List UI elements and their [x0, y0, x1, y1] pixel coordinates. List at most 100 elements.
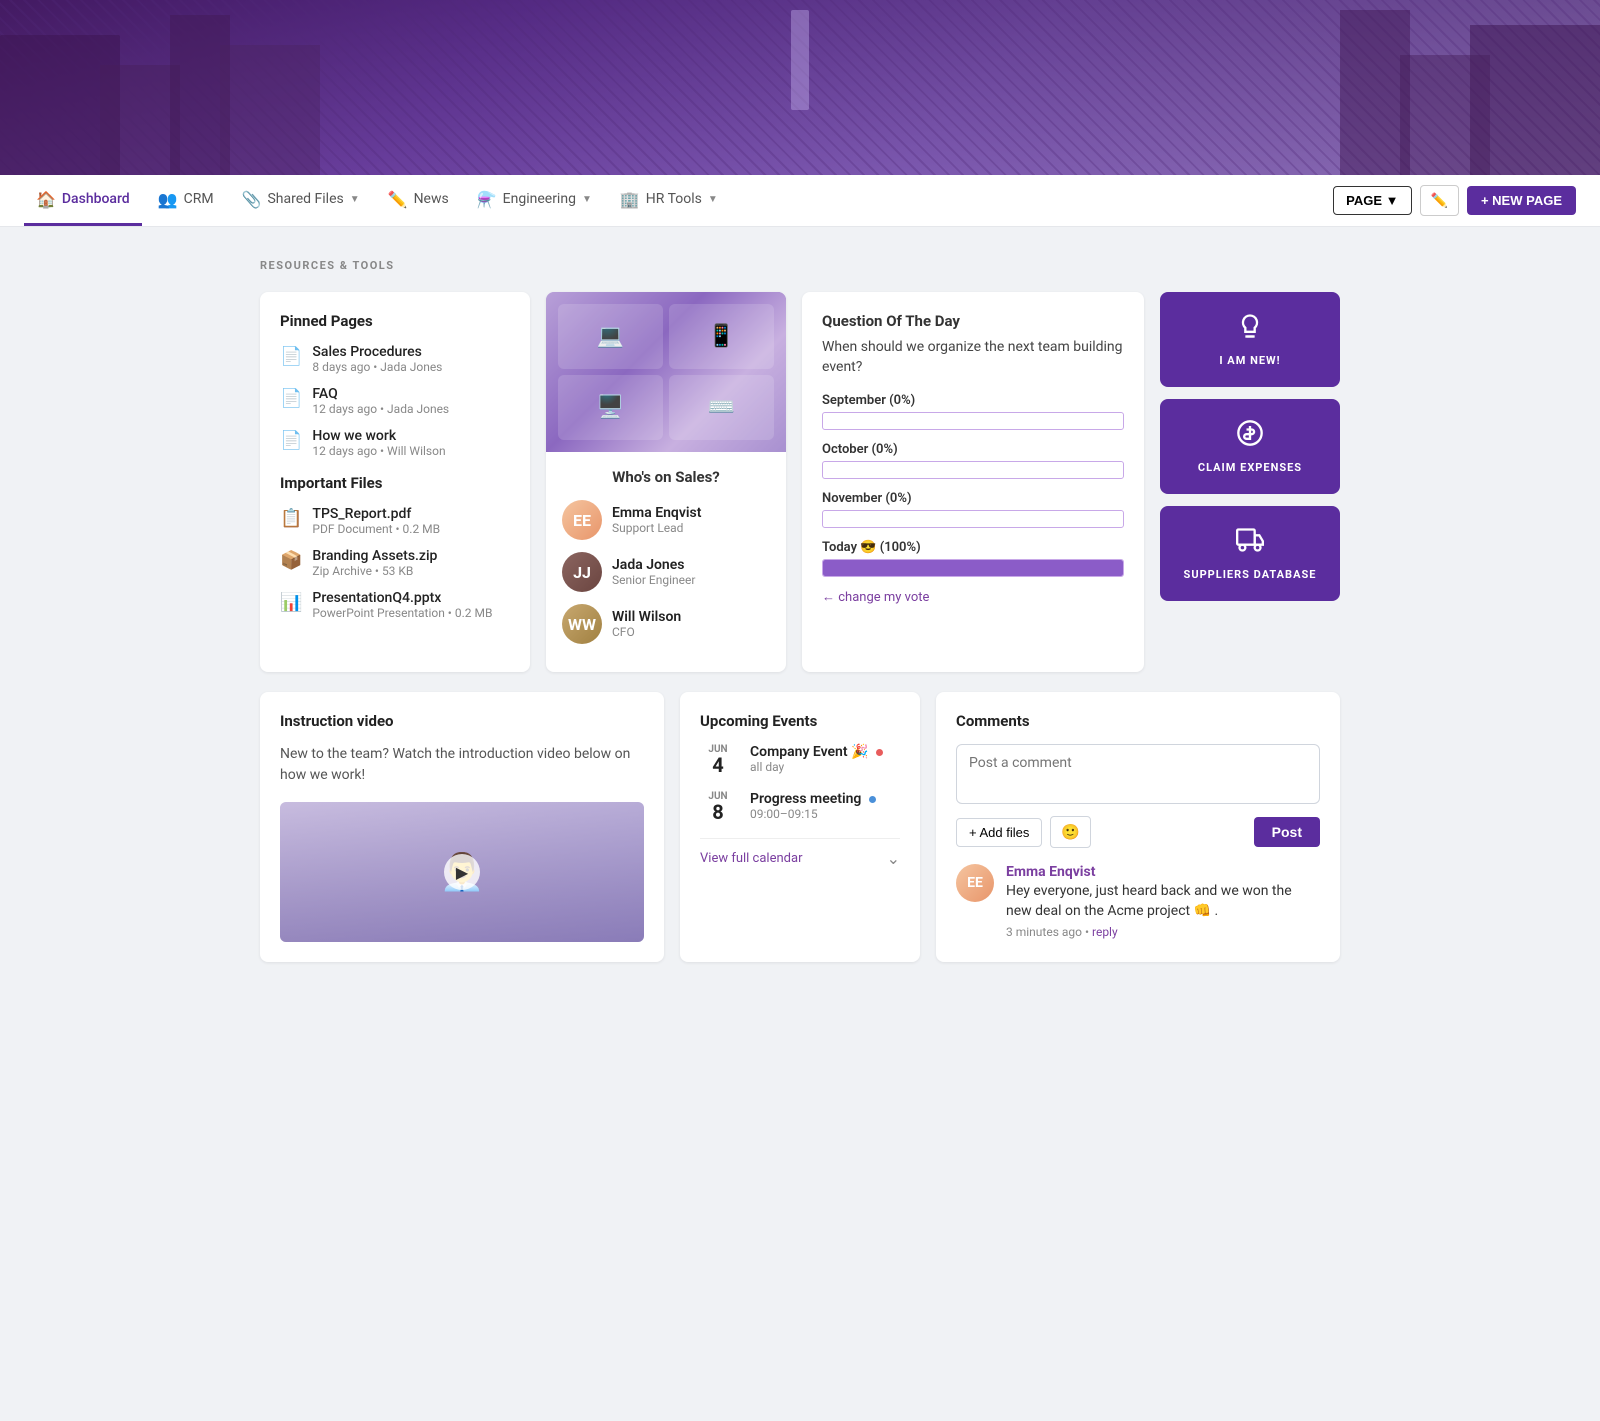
engineering-chevron-icon: ▼	[582, 194, 592, 205]
edit-icon: ✏️	[1431, 192, 1448, 208]
comment-input[interactable]	[956, 744, 1320, 804]
upcoming-events-title: Upcoming Events	[700, 712, 900, 730]
nav-label-hr-tools: HR Tools	[646, 191, 702, 207]
comment-item: EE Emma Enqvist Hey everyone, just heard…	[956, 864, 1320, 939]
claim-expenses-button[interactable]: CLAIM EXPENSES	[1160, 399, 1340, 494]
event-date: JUN 4	[700, 744, 736, 775]
nav-item-crm[interactable]: 👥 CRM	[146, 176, 226, 226]
add-files-button[interactable]: + Add files	[956, 818, 1042, 847]
nav-item-hr-tools[interactable]: 🏢 HR Tools ▼	[608, 176, 730, 226]
file-meta: PowerPoint Presentation • 0.2 MB	[312, 606, 492, 620]
person-item-jada[interactable]: JJ Jada Jones Senior Engineer	[562, 552, 770, 592]
file-item[interactable]: 📋 TPS_Report.pdf PDF Document • 0.2 MB	[280, 506, 510, 536]
reply-link[interactable]: reply	[1092, 925, 1118, 939]
nav-item-engineering[interactable]: ⚗️ Engineering ▼	[465, 176, 604, 226]
page-doc-icon: 📄	[280, 430, 302, 451]
nav-item-dashboard[interactable]: 🏠 Dashboard	[24, 176, 142, 226]
files-icon: 📎	[242, 190, 262, 209]
poll-option-september[interactable]: September (0%)	[822, 393, 1124, 430]
suppliers-database-button[interactable]: SUPPLIERS DATABASE	[1160, 506, 1340, 601]
poll-option-november[interactable]: November (0%)	[822, 491, 1124, 528]
nav-item-news[interactable]: ✏️ News	[376, 176, 461, 226]
poll-option-today[interactable]: Today 😎 (100%)	[822, 540, 1124, 577]
pinned-pages-card: Pinned Pages 📄 Sales Procedures 8 days a…	[260, 292, 530, 672]
comments-list: EE Emma Enqvist Hey everyone, just heard…	[956, 864, 1320, 939]
nav-items: 🏠 Dashboard 👥 CRM 📎 Shared Files ▼ ✏️ Ne…	[24, 176, 1333, 226]
avatar-jada: JJ	[562, 552, 602, 592]
event-dot-blue	[869, 796, 876, 803]
poll-bar-bg	[822, 461, 1124, 479]
person-item-emma[interactable]: EE Emma Enqvist Support Lead	[562, 500, 770, 540]
play-button-icon[interactable]: ▶	[444, 854, 480, 890]
comments-card: Comments + Add files 🙂 Post EE Emma Enqv…	[936, 692, 1340, 962]
hero-banner	[0, 0, 1600, 175]
file-name: PresentationQ4.pptx	[312, 590, 492, 606]
comments-title: Comments	[956, 712, 1320, 730]
poll-label: September (0%)	[822, 393, 1124, 408]
event-item-company[interactable]: JUN 4 Company Event 🎉 all day	[700, 744, 900, 775]
main-content: RESOURCES & TOOLS Pinned Pages 📄 Sales P…	[220, 227, 1380, 994]
page-item[interactable]: 📄 How we work 12 days ago • Will Wilson	[280, 428, 510, 458]
file-pptx-icon: 📊	[280, 592, 302, 613]
page-button[interactable]: PAGE ▼	[1333, 186, 1411, 215]
poll-label: November (0%)	[822, 491, 1124, 506]
hr-chevron-icon: ▼	[708, 194, 718, 205]
emoji-button[interactable]: 🙂	[1050, 816, 1091, 848]
file-item[interactable]: 📊 PresentationQ4.pptx PowerPoint Present…	[280, 590, 510, 620]
page-name: Sales Procedures	[312, 344, 442, 360]
person-role: Senior Engineer	[612, 573, 695, 587]
page-name: How we work	[312, 428, 445, 444]
pinned-pages-title: Pinned Pages	[280, 312, 510, 330]
nav-right: PAGE ▼ ✏️ + NEW PAGE	[1333, 185, 1576, 216]
page-doc-icon: 📄	[280, 388, 302, 409]
page-item[interactable]: 📄 Sales Procedures 8 days ago • Jada Jon…	[280, 344, 510, 374]
edit-button[interactable]: ✏️	[1420, 185, 1459, 216]
avatar-will: WW	[562, 604, 602, 644]
post-button[interactable]: Post	[1254, 817, 1320, 847]
change-vote-link[interactable]: ← change my vote	[822, 589, 1124, 605]
new-page-button[interactable]: + NEW PAGE	[1467, 186, 1576, 215]
instruction-video-title: Instruction video	[280, 712, 644, 730]
page-meta: 12 days ago • Jada Jones	[312, 402, 449, 416]
person-role: Support Lead	[612, 521, 701, 535]
i-am-new-button[interactable]: I AM NEW!	[1160, 292, 1340, 387]
person-item-will[interactable]: WW Will Wilson CFO	[562, 604, 770, 644]
top-grid: Pinned Pages 📄 Sales Procedures 8 days a…	[260, 292, 1340, 672]
person-name: Will Wilson	[612, 609, 681, 625]
bottom-grid: Instruction video New to the team? Watch…	[260, 692, 1340, 962]
person-name: Emma Enqvist	[612, 505, 701, 521]
page-item[interactable]: 📄 FAQ 12 days ago • Jada Jones	[280, 386, 510, 416]
comment-author[interactable]: Emma Enqvist	[1006, 864, 1320, 880]
video-thumbnail[interactable]: 👨‍💼 ▶	[280, 802, 644, 942]
poll-bar-bg	[822, 510, 1124, 528]
file-item[interactable]: 📦 Branding Assets.zip Zip Archive • 53 K…	[280, 548, 510, 578]
page-meta: 8 days ago • Jada Jones	[312, 360, 442, 374]
person-role: CFO	[612, 625, 681, 639]
event-time: all day	[750, 760, 883, 774]
purple-actions: I AM NEW! CLAIM EXPENSES	[1160, 292, 1340, 672]
qotd-title: Question Of The Day	[822, 312, 1124, 330]
lightbulb-icon	[1236, 312, 1264, 346]
page-meta: 12 days ago • Will Wilson	[312, 444, 445, 458]
poll-option-october[interactable]: October (0%)	[822, 442, 1124, 479]
comment-actions: + Add files 🙂 Post	[956, 816, 1320, 848]
nav-item-shared-files[interactable]: 📎 Shared Files ▼	[230, 176, 372, 226]
section-label: RESOURCES & TOOLS	[260, 259, 1340, 272]
important-files-list: 📋 TPS_Report.pdf PDF Document • 0.2 MB 📦…	[280, 506, 510, 620]
events-list: JUN 4 Company Event 🎉 all day JUN	[700, 744, 900, 822]
view-calendar-link[interactable]: View full calendar ⌄	[700, 838, 900, 878]
i-am-new-label: I AM NEW!	[1219, 354, 1280, 367]
event-item-progress[interactable]: JUN 8 Progress meeting 09:00–09:15	[700, 791, 900, 822]
person-name: Jada Jones	[612, 557, 695, 573]
nav-label-dashboard: Dashboard	[62, 191, 130, 207]
news-icon: ✏️	[388, 190, 408, 209]
file-name: Branding Assets.zip	[312, 548, 437, 564]
dollar-icon	[1236, 419, 1264, 453]
chevron-down-icon: ⌄	[887, 849, 900, 868]
upcoming-events-card: Upcoming Events JUN 4 Company Event 🎉 al…	[680, 692, 920, 962]
event-time: 09:00–09:15	[750, 807, 876, 821]
poll-bar-bg	[822, 559, 1124, 577]
page-doc-icon: 📄	[280, 346, 302, 367]
page-name: FAQ	[312, 386, 449, 402]
nav-label-crm: CRM	[184, 191, 214, 207]
